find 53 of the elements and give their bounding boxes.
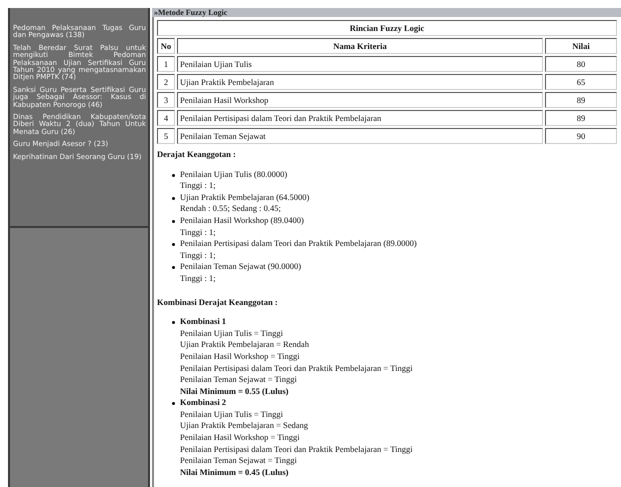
membership-value: Tinggi : 1; [180, 250, 217, 262]
bullet-icon [172, 402, 175, 406]
criterion-label: Ujian Praktik Pembelajaran (64.5000) [180, 192, 310, 204]
table-cell: Penilaian Ujian Tulis [177, 56, 543, 72]
rule-line: Penilaian Hasil Workshop = Tinggi [180, 432, 301, 444]
rule-line: Penilaian Ujian Tulis = Tinggi [180, 408, 284, 420]
rule-line: Penilaian Hasil Workshop = Tinggi [180, 350, 301, 362]
rule-line: Penilaian Ujian Tulis = Tinggi [180, 328, 284, 340]
rule-line: Penilaian Teman Sejawat = Tinggi [180, 374, 298, 386]
table-cell: Penilaian Pertisipasi dalam Teori dan Praktik Pembelajaran [177, 110, 543, 126]
bullet-icon [172, 196, 175, 200]
column-header: No [157, 38, 175, 54]
table-cell: Ujian Praktik Pembelajaran [177, 74, 543, 90]
criterion-label: Penilaian Pertisipasi dalam Teori dan Praktik Pembelajaran (89.0000) [180, 238, 417, 250]
bullet-icon [172, 243, 175, 246]
membership-value: Rendah : 0.55; Sedang : 0.45; [180, 203, 282, 215]
section-title: »Metode Fuzzy Logic [152, 8, 621, 17]
section-heading: Derajat Keanggotan : [157, 149, 237, 161]
result-text: Nilai Minimum = 0.55 (Lulus) [180, 386, 290, 398]
table-title: Rincian Fuzzy Logic [157, 20, 617, 36]
column-header: Nilai [545, 38, 617, 54]
bullet-icon [172, 266, 175, 270]
table-cell: 5 [157, 128, 175, 144]
table-cell: 3 [157, 92, 175, 108]
table-cell: 2 [157, 74, 175, 90]
membership-value: Tinggi : 1; [180, 180, 217, 192]
criterion-label: Penilaian Teman Sejawat (90.0000) [180, 261, 302, 273]
bullet-icon [172, 174, 175, 177]
membership-value: Tinggi : 1; [180, 272, 217, 285]
rule-line: Penilaian Pertisipasi dalam Teori dan Praktik Pembelajaran = Tinggi [180, 444, 413, 456]
section-heading: Kombinasi Derajat Keanggotan : [157, 296, 279, 308]
combination-title: Kombinasi 2 [180, 397, 228, 409]
table-cell: Penilaian Hasil Workshop [177, 92, 543, 108]
bullet-icon [172, 220, 175, 223]
column-header: Nama Kriteria [177, 38, 543, 54]
rule-line: Ujian Praktik Pembelajaran = Rendah [180, 339, 310, 351]
bullet-icon [172, 321, 175, 324]
membership-value: Tinggi : 1; [180, 226, 217, 238]
criterion-label: Penilaian Ujian Tulis (80.0000) [180, 168, 288, 180]
table-cell: Penilaian Teman Sejawat [177, 128, 543, 144]
combination-title: Kombinasi 1 [180, 316, 228, 328]
table-cell: 90 [545, 128, 617, 144]
table-cell: 89 [545, 110, 617, 126]
rule-line: Ujian Praktik Pembelajaran = Sedang [180, 420, 310, 432]
rule-line: Penilaian Pertisipasi dalam Teori dan Praktik Pembelajaran = Tinggi [180, 362, 413, 374]
table-cell: 80 [545, 56, 617, 72]
table-cell: 65 [545, 74, 617, 90]
criterion-label: Penilaian Hasil Workshop (89.0400) [180, 214, 304, 227]
result-text: Nilai Minimum = 0.45 (Lulus) [180, 466, 290, 478]
rule-line: Penilaian Teman Sejawat = Tinggi [180, 455, 298, 467]
table-cell: 89 [545, 92, 617, 108]
table-cell: 1 [157, 56, 175, 72]
table-cell: 4 [157, 110, 175, 126]
